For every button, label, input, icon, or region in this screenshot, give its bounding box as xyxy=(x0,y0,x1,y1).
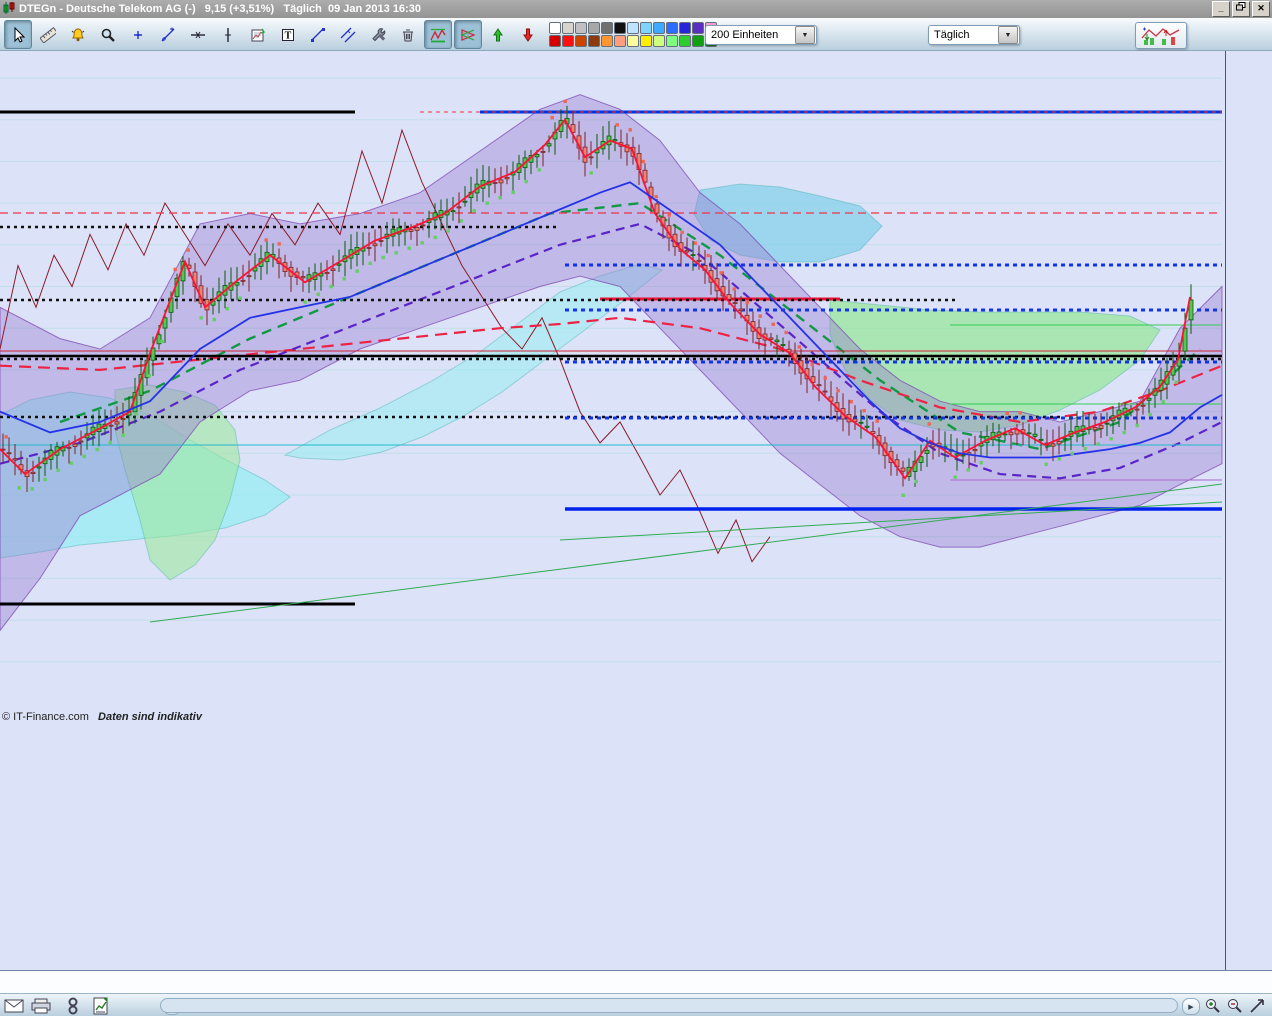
ruler-tool-button[interactable] xyxy=(34,20,62,49)
color-swatch[interactable] xyxy=(640,22,652,34)
chart-style-icon xyxy=(1141,27,1180,45)
ray-tool-icon xyxy=(311,27,325,42)
link-icon[interactable] xyxy=(62,996,84,1015)
copyright-text: © IT-Finance.com xyxy=(2,711,89,723)
minimize-button[interactable]: _ xyxy=(1212,1,1230,17)
main-toolbar: T 200 Einheiten ▼ Täglich ▼ xyxy=(0,18,1272,51)
chevron-down-icon[interactable]: ▼ xyxy=(795,26,815,44)
export-icon[interactable] xyxy=(90,996,112,1015)
price-axis[interactable] xyxy=(1225,51,1272,970)
color-swatch[interactable] xyxy=(549,22,561,34)
indicative-note: Daten sind indikativ xyxy=(98,711,202,723)
color-swatch[interactable] xyxy=(627,35,639,47)
color-swatch[interactable] xyxy=(588,35,600,47)
hline-tool-icon xyxy=(191,31,205,38)
units-dropdown[interactable]: 200 Einheiten ▼ xyxy=(705,25,817,45)
color-palette xyxy=(549,22,717,47)
app-candle-icon xyxy=(2,1,16,18)
trendline-tool-button[interactable] xyxy=(154,20,182,49)
trendline-tool-icon xyxy=(161,27,175,41)
svg-text:T: T xyxy=(285,30,292,41)
settings-tool-button[interactable] xyxy=(364,20,392,49)
vline-tool-button[interactable] xyxy=(214,20,242,49)
window-titlebar: DTEGn - Deutsche Telekom AG (-) 9,15 (+3… xyxy=(0,0,1272,18)
color-swatch[interactable] xyxy=(692,35,704,47)
color-swatch[interactable] xyxy=(562,35,574,47)
color-swatch[interactable] xyxy=(588,22,600,34)
date-axis[interactable] xyxy=(0,970,1272,993)
pattern-mode-button[interactable] xyxy=(454,20,482,49)
alarm-tool-button[interactable] xyxy=(64,20,92,49)
alarm-tool-icon xyxy=(71,27,85,41)
restore-button[interactable] xyxy=(1232,1,1250,17)
color-swatch[interactable] xyxy=(640,35,652,47)
text-tool-button[interactable]: T xyxy=(274,20,302,49)
color-swatch[interactable] xyxy=(549,35,561,47)
zoom-out-icon[interactable] xyxy=(1224,996,1246,1015)
status-bar: ◀ ▶ xyxy=(0,993,1272,1016)
horizontal-scrollbar[interactable] xyxy=(160,998,1178,1013)
cursor-tool-icon xyxy=(14,26,26,43)
color-swatch[interactable] xyxy=(614,22,626,34)
color-swatch[interactable] xyxy=(575,35,587,47)
cursor-tool-button[interactable] xyxy=(4,20,32,49)
period-dropdown[interactable]: Täglich ▼ xyxy=(928,25,1020,45)
hline-tool-button[interactable] xyxy=(184,20,212,49)
sell-arrow-button[interactable] xyxy=(514,20,542,49)
parallel-tool-icon xyxy=(340,27,356,42)
copyright-note: © IT-Finance.com Daten sind indikativ xyxy=(2,711,202,723)
chevron-down-icon[interactable]: ▼ xyxy=(998,26,1018,44)
color-swatch[interactable] xyxy=(601,22,613,34)
zigzag-mode-icon xyxy=(430,28,446,42)
pattern-mode-icon xyxy=(460,28,476,41)
color-swatch[interactable] xyxy=(679,35,691,47)
zoom-in-icon[interactable] xyxy=(1202,996,1224,1015)
indicator-tool-icon xyxy=(251,28,266,41)
expand-icon[interactable] xyxy=(1246,996,1268,1015)
color-swatch[interactable] xyxy=(653,35,665,47)
sell-arrow-icon xyxy=(523,28,533,42)
window-title: DTEGn - Deutsche Telekom AG (-) 9,15 (+3… xyxy=(19,3,421,15)
point-tool-icon xyxy=(134,30,142,39)
color-swatch[interactable] xyxy=(601,35,613,47)
color-swatch[interactable] xyxy=(692,22,704,34)
period-value: Täglich xyxy=(934,29,970,41)
ruler-tool-icon xyxy=(40,26,56,43)
color-swatch[interactable] xyxy=(653,22,665,34)
buy-arrow-button[interactable] xyxy=(484,20,512,49)
color-swatch[interactable] xyxy=(614,35,626,47)
zigzag-mode-button[interactable] xyxy=(424,20,452,49)
vline-tool-icon xyxy=(225,27,231,42)
zoom-tool-icon xyxy=(101,28,115,42)
indicator-tool-button[interactable] xyxy=(244,20,272,49)
color-swatch[interactable] xyxy=(666,35,678,47)
text-tool-icon: T xyxy=(282,28,294,41)
mail-icon[interactable] xyxy=(3,996,25,1015)
chart-canvas[interactable] xyxy=(0,51,1225,970)
ray-tool-button[interactable] xyxy=(304,20,332,49)
close-button[interactable]: ✕ xyxy=(1252,1,1270,17)
color-swatch[interactable] xyxy=(562,22,574,34)
units-value: 200 Einheiten xyxy=(711,29,779,41)
delete-tool-icon xyxy=(403,29,413,41)
color-swatch[interactable] xyxy=(627,22,639,34)
buy-arrow-icon xyxy=(493,27,503,41)
scroll-right-button[interactable]: ▶ xyxy=(1182,998,1200,1015)
zoom-tool-button[interactable] xyxy=(94,20,122,49)
color-swatch[interactable] xyxy=(679,22,691,34)
color-swatch[interactable] xyxy=(666,22,678,34)
point-tool-button[interactable] xyxy=(124,20,152,49)
print-icon[interactable] xyxy=(30,996,52,1015)
delete-tool-button[interactable] xyxy=(394,20,422,49)
toolbar-buttons: T xyxy=(3,19,717,50)
settings-tool-icon xyxy=(372,27,386,41)
chart-style-button[interactable] xyxy=(1135,22,1187,49)
parallel-tool-button[interactable] xyxy=(334,20,362,49)
chart-area[interactable]: © IT-Finance.com Daten sind indikativ xyxy=(0,51,1225,970)
color-swatch[interactable] xyxy=(575,22,587,34)
